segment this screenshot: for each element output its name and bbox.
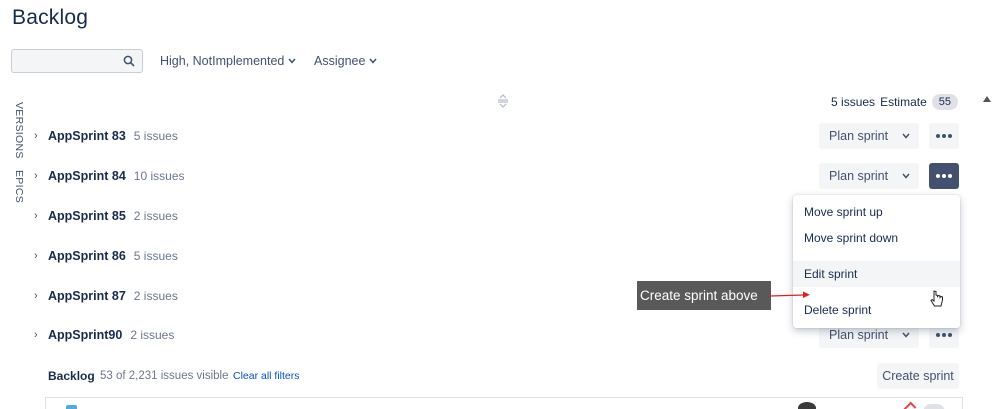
sprint-issue-count: 2 issues [130,328,175,342]
sprint-issue-count: 2 issues [133,289,178,303]
menu-item-edit-sprint[interactable]: Edit sprint [793,261,960,287]
story-icon [66,405,77,409]
more-icon [936,174,952,178]
assignee-label: Assignee [314,54,366,68]
scroll-up-icon[interactable] [983,96,991,102]
chevron-right-icon[interactable]: › [34,329,44,341]
issues-count: 5 issues [831,95,876,109]
chevron-right-icon[interactable]: › [34,210,44,222]
search-icon[interactable] [123,55,135,67]
epics-tab[interactable]: EPICS [13,170,25,203]
sprint-issue-count: 10 issues [133,169,185,183]
estimate-label: Estimate [880,95,927,109]
quick-filter-dropdown[interactable]: High, NotImplemented [160,54,296,68]
quick-filter-label: High, NotImplemented [160,54,285,68]
sprint-row[interactable]: › AppSprint90 2 issues [34,325,174,345]
estimate-badge: 55 [931,94,958,110]
menu-item-move-sprint-down[interactable]: Move sprint down [793,225,960,251]
chevron-right-icon[interactable]: › [34,170,44,182]
assignee-dropdown[interactable]: Assignee [314,54,378,68]
page-title: Backlog [12,6,89,29]
sprint-issue-count: 2 issues [133,209,178,223]
backlog-visible-count: 53 of 2,231 issues visible [100,370,229,382]
plan-sprint-label: Plan sprint [829,328,889,342]
chevron-right-icon[interactable]: › [34,290,44,302]
priority-high-icon [903,401,917,409]
sprint-more-button-active[interactable] [929,163,959,189]
drag-handle-icon[interactable] [497,94,509,108]
chevron-right-icon[interactable]: › [34,250,44,262]
chevron-down-icon [288,58,296,64]
more-icon [936,333,952,337]
sprint-header-stats: 5 issues Estimate 55 [831,94,958,110]
sprint-name: AppSprint 83 [48,129,126,143]
sprint-row[interactable]: › AppSprint 87 2 issues [34,286,178,306]
sprint-row[interactable]: › AppSprint 84 10 issues [34,166,185,186]
plan-sprint-button[interactable]: Plan sprint [819,163,919,189]
sprint-issue-count: 5 issues [133,249,178,263]
sprint-row[interactable]: › AppSprint 85 2 issues [34,206,178,226]
issue-row[interactable] [45,397,963,409]
estimate-badge [923,404,945,409]
annotation-tooltip: Create sprint above [637,281,771,310]
sprint-row[interactable]: › AppSprint 86 5 issues [34,246,178,266]
plan-sprint-button[interactable]: Plan sprint [819,123,919,149]
chevron-down-icon [902,173,910,179]
chevron-down-icon [369,58,378,64]
sprint-name: AppSprint90 [48,328,123,342]
menu-item-move-sprint-up[interactable]: Move sprint up [793,199,960,225]
sprint-row[interactable]: › AppSprint 83 5 issues [34,126,178,146]
backlog-title: Backlog [48,369,95,383]
sprint-name: AppSprint 86 [48,249,126,263]
avatar [798,402,816,409]
more-icon [936,134,952,138]
plan-sprint-label: Plan sprint [829,129,889,143]
sprint-name: AppSprint 87 [48,289,126,303]
scrollbar[interactable] [981,92,998,409]
sprint-name: AppSprint 84 [48,169,126,183]
annotation-arrow-icon [770,291,810,298]
clear-filters-link[interactable]: Clear all filters [233,370,300,382]
search-input[interactable] [11,49,143,73]
sprint-issue-count: 5 issues [133,129,178,143]
plan-sprint-label: Plan sprint [829,169,889,183]
chevron-right-icon[interactable]: › [34,130,44,142]
sprint-name: AppSprint 85 [48,209,126,223]
sprint-actions-menu: Move sprint up Move sprint down Edit spr… [793,195,960,328]
chevron-down-icon [902,332,910,338]
sprint-more-button[interactable] [929,123,959,149]
mouse-cursor-icon [930,290,943,307]
create-sprint-button[interactable]: Create sprint [877,363,959,389]
versions-tab[interactable]: VERSIONS [13,102,25,159]
chevron-down-icon [902,133,910,139]
